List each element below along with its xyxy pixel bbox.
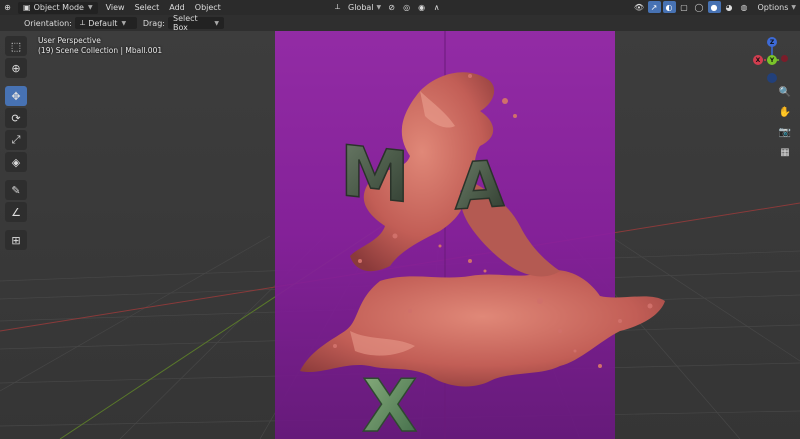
perspective-label: User Perspective	[38, 36, 101, 45]
letter-m: M	[340, 130, 410, 219]
toolbar-separator	[5, 80, 29, 84]
move-icon[interactable]: ✥	[5, 86, 27, 106]
gizmo-neg-x-axis[interactable]	[781, 55, 788, 62]
editor-type-icon[interactable]: ⊕	[1, 2, 14, 14]
viewport-info: User Perspective (19) Scene Collection |…	[38, 36, 162, 56]
cursor-icon[interactable]: ⊕	[5, 58, 27, 78]
navigation-gizmo[interactable]: Z X Y	[750, 33, 794, 83]
transform-orientation-label: Global	[348, 2, 374, 12]
falloff-icon[interactable]: ∧	[430, 1, 443, 13]
3d-viewport[interactable]: M A X ⬚ ⊕ ✥ ⟳ ⤢ ◈ ✎ ∠ ⊞ User Perspective…	[0, 31, 800, 439]
chevron-down-icon: ▼	[214, 19, 219, 27]
mode-dropdown[interactable]: ▣ Object Mode ▼	[18, 1, 98, 14]
gizmo-neg-z-axis[interactable]	[767, 73, 777, 83]
object-mode-icon: ▣	[23, 3, 31, 12]
proportional-edit-icon[interactable]: ◉	[415, 1, 428, 13]
options-label: Options	[757, 2, 789, 12]
transform-icon[interactable]: ◈	[5, 152, 27, 172]
drag-label: Drag:	[142, 18, 165, 28]
camera-icon[interactable]: 📷	[776, 123, 794, 141]
material-shading-icon[interactable]: ◕	[723, 1, 736, 13]
chevron-down-icon: ▼	[87, 4, 93, 11]
solid-shading-icon[interactable]: ●	[707, 1, 721, 13]
orientation-value: Default	[88, 18, 118, 28]
toolbar-separator	[5, 174, 29, 178]
chevron-down-icon: ▼	[791, 3, 796, 11]
select-box-icon[interactable]: ⬚	[5, 36, 27, 56]
menu-select[interactable]: Select	[130, 0, 165, 15]
wireframe-shading-icon[interactable]: ◯	[693, 1, 706, 13]
measure-icon[interactable]: ∠	[5, 202, 27, 222]
chevron-down-icon: ▼	[121, 19, 127, 27]
collection-label: (19) Scene Collection | Mball.001	[38, 46, 163, 55]
letter-x-object: X	[361, 363, 418, 439]
visibility-icon[interactable]: 👁	[633, 1, 646, 13]
gizmo-toggle-icon[interactable]: ↗	[647, 1, 661, 13]
options-menu[interactable]: Options ▼	[758, 3, 797, 12]
rotate-icon[interactable]: ⟳	[5, 108, 27, 128]
letter-m-object: M	[339, 129, 410, 220]
pivot-point-icon[interactable]: ⊘	[385, 1, 398, 13]
zoom-icon[interactable]: 🔍	[776, 83, 794, 101]
letter-x: X	[362, 364, 418, 439]
menu-view[interactable]: View	[101, 0, 130, 15]
drag-value: Select Box	[172, 14, 198, 32]
snap-icon[interactable]: ◎	[400, 1, 413, 13]
letter-a-object: A	[454, 147, 505, 226]
viewport-header: ⊕ ▣ Object Mode ▼ View Select Add Object…	[0, 0, 800, 15]
scene-render: M A X	[0, 31, 800, 439]
gizmo-z-axis[interactable]: Z	[767, 37, 777, 47]
orientation-icon: ⟂	[79, 18, 86, 27]
chevron-down-icon: ▼	[376, 3, 382, 11]
xray-icon[interactable]: ▢	[678, 1, 691, 13]
rendered-shading-icon[interactable]: ◍	[738, 1, 751, 13]
orientation-icon: ⟂	[334, 2, 341, 11]
gizmo-x-axis[interactable]: X	[753, 55, 763, 65]
gizmo-y-axis[interactable]: Y	[767, 55, 777, 65]
grid-icon[interactable]: ▦	[776, 143, 794, 161]
letter-a: A	[455, 148, 505, 225]
orientation-label: Orientation:	[24, 18, 72, 28]
tool-shelf: ⬚ ⊕ ✥ ⟳ ⤢ ◈ ✎ ∠ ⊞	[5, 36, 29, 250]
toolbar-separator	[5, 224, 29, 228]
mode-label: Object Mode	[33, 3, 84, 12]
scale-icon[interactable]: ⤢	[5, 130, 27, 150]
menu-add[interactable]: Add	[164, 0, 190, 15]
hand-icon[interactable]: ✋	[776, 103, 794, 121]
drag-dropdown[interactable]: Select Box ▼	[167, 14, 224, 32]
overlay-toggle-icon[interactable]: ◐	[662, 1, 676, 13]
transform-orientation-dropdown[interactable]: Global ▼	[345, 3, 384, 12]
orientation-dropdown[interactable]: ⟂ Default ▼	[74, 17, 137, 29]
menu-object[interactable]: Object	[190, 0, 226, 15]
annotate-icon[interactable]: ✎	[5, 180, 27, 200]
add-cube-icon[interactable]: ⊞	[5, 230, 27, 250]
tool-settings-bar: Orientation: ⟂ Default ▼ Drag: Select Bo…	[0, 14, 800, 32]
